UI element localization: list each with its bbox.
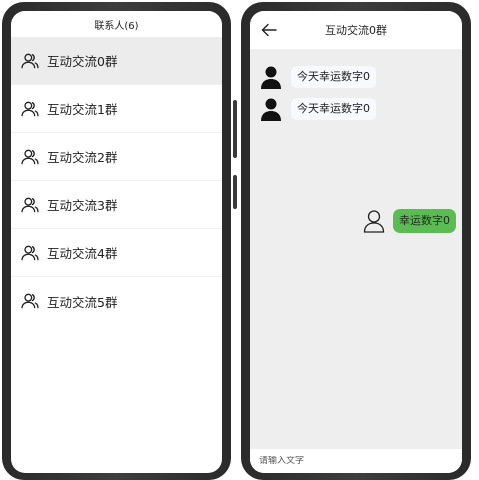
message-input-bar [250, 449, 462, 473]
contact-name: 互动交流2群 [47, 150, 118, 165]
person-outline-icon [363, 210, 385, 233]
message-input[interactable] [259, 456, 462, 466]
contact-name: 互动交流1群 [47, 102, 118, 117]
message-bubble: 幸运数字0 [393, 209, 456, 233]
contact-name: 互动交流4群 [47, 246, 118, 261]
person-filled-icon [261, 98, 281, 121]
group-person-icon [21, 293, 39, 309]
power-button [233, 100, 237, 158]
contact-row-5[interactable]: 互动交流5群 [11, 277, 222, 325]
message-list: 今天幸运数字0 今天幸运数字0 幸运数字0 [250, 49, 462, 437]
chat-screen: 互动交流0群 今天幸运数字0 今天幸运数字0 幸运数字0 [250, 11, 462, 473]
phone-frame-contacts: 联系人(6) 互动交流0群 互动交流1群 互动交流2群 互动交流3群 互动交流4… [2, 2, 231, 480]
contacts-title: 联系人(6) [94, 20, 139, 32]
contact-row-4[interactable]: 互动交流4群 [11, 229, 222, 277]
arrow-left-icon[interactable] [261, 23, 277, 37]
volume-button [233, 175, 237, 209]
contact-row-0[interactable]: 互动交流0群 [11, 37, 222, 85]
contacts-header: 联系人(6) [11, 11, 222, 37]
contact-name: 互动交流3群 [47, 198, 118, 213]
message-incoming: 今天幸运数字0 [260, 65, 376, 89]
message-bubble: 今天幸运数字0 [291, 66, 376, 88]
person-filled-icon [261, 66, 281, 89]
group-person-icon [21, 245, 39, 260]
contact-row-1[interactable]: 互动交流1群 [11, 85, 222, 133]
message-bubble: 今天幸运数字0 [291, 98, 376, 120]
group-person-icon [21, 53, 39, 68]
contact-row-2[interactable]: 互动交流2群 [11, 133, 222, 181]
chat-title: 互动交流0群 [325, 24, 387, 37]
message-incoming: 今天幸运数字0 [260, 97, 376, 121]
contact-row-3[interactable]: 互动交流3群 [11, 181, 222, 229]
message-outgoing: 幸运数字0 [363, 209, 456, 233]
group-person-icon [21, 101, 39, 116]
contact-name: 互动交流5群 [47, 294, 118, 310]
group-person-icon [21, 149, 39, 164]
group-person-icon [21, 197, 39, 212]
chat-header: 互动交流0群 [250, 11, 462, 49]
contacts-screen: 联系人(6) 互动交流0群 互动交流1群 互动交流2群 互动交流3群 互动交流4… [11, 11, 222, 473]
contact-name: 互动交流0群 [47, 54, 118, 69]
phone-frame-chat: 互动交流0群 今天幸运数字0 今天幸运数字0 幸运数字0 [241, 2, 471, 480]
contact-list: 互动交流0群 互动交流1群 互动交流2群 互动交流3群 互动交流4群 互动交流5… [11, 37, 222, 325]
